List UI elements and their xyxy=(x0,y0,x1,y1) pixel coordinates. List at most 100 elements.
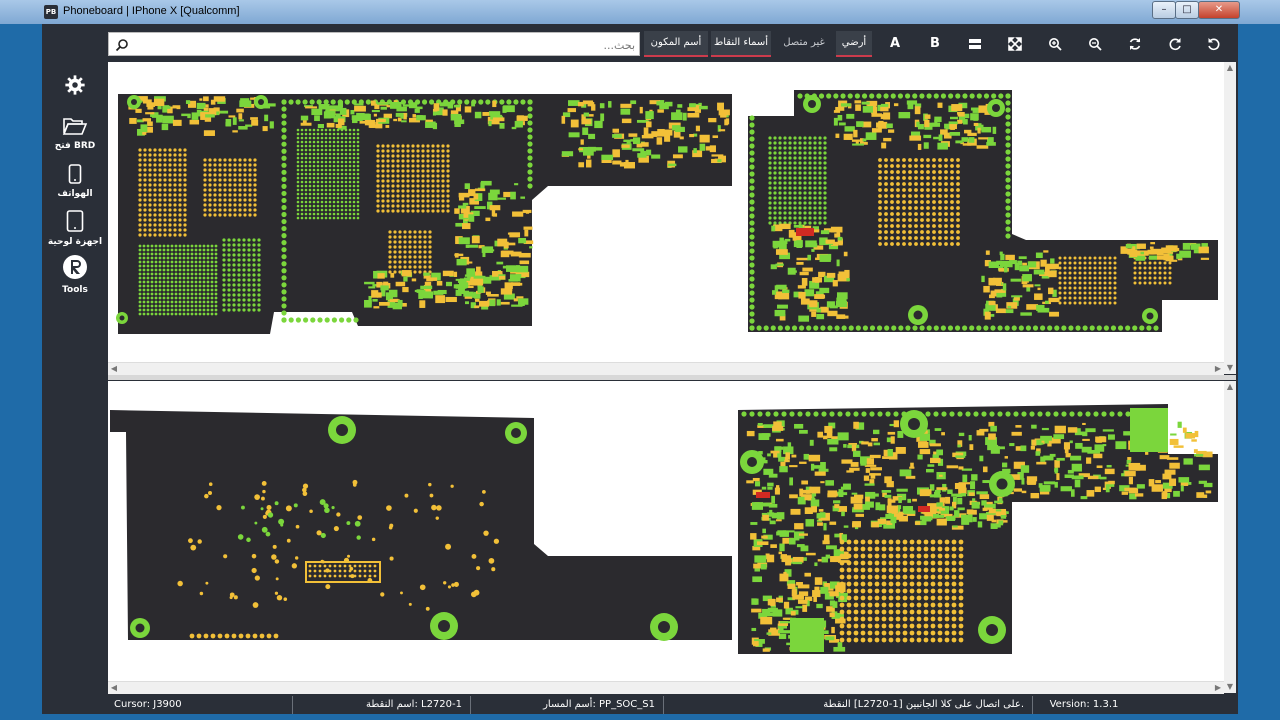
bga-pad xyxy=(408,240,412,244)
bga-pad xyxy=(198,272,202,276)
minimize-button[interactable]: – xyxy=(1152,1,1176,19)
filter-not-connected[interactable]: غير متصل xyxy=(776,31,832,57)
scroll-right-icon[interactable]: ▶ xyxy=(1212,682,1224,694)
scroll-up-icon[interactable]: ▲ xyxy=(1224,62,1236,74)
filter-component-name[interactable]: أسم المكون xyxy=(644,31,708,57)
rotate-ccw-button[interactable] xyxy=(1197,31,1231,57)
bga-pad xyxy=(242,298,246,302)
maximize-button[interactable]: □ xyxy=(1175,1,1199,19)
bga-pad xyxy=(428,230,432,234)
settings-button[interactable] xyxy=(42,74,108,99)
component-pad xyxy=(1011,295,1023,298)
bga-pad xyxy=(247,243,251,247)
bga-pad xyxy=(214,308,218,312)
edge-pad xyxy=(837,411,843,417)
component-pad xyxy=(833,500,841,504)
bga-pad xyxy=(421,204,425,208)
bga-pad xyxy=(168,198,172,202)
sidebar-item-phones[interactable]: الهواتف xyxy=(42,164,108,199)
bga-pad xyxy=(1083,266,1087,270)
bga-pad xyxy=(926,224,930,228)
bga-pad xyxy=(356,140,360,144)
component-pad xyxy=(929,494,942,498)
bga-pad xyxy=(344,184,348,188)
bga-pad xyxy=(902,602,908,608)
board-view-side-a[interactable] xyxy=(108,62,1224,362)
bga-pad xyxy=(238,173,242,177)
bga-pad xyxy=(308,564,312,568)
side-b-button[interactable]: B xyxy=(918,31,952,57)
edge-pad xyxy=(789,411,795,417)
bga-pad xyxy=(228,178,232,182)
edge-pad xyxy=(818,93,825,99)
bga-pad xyxy=(153,173,157,177)
bga-pad xyxy=(1108,266,1112,270)
rotate-cw-button[interactable] xyxy=(1158,31,1192,57)
component-pad xyxy=(468,214,475,222)
bga-pad xyxy=(138,183,142,187)
split-view-button[interactable] xyxy=(958,31,992,57)
bga-pad xyxy=(158,198,162,202)
component-pad xyxy=(368,286,376,289)
bga-pad xyxy=(881,546,887,552)
bga-pad xyxy=(778,176,782,180)
bga-pad xyxy=(896,236,900,240)
bga-pad xyxy=(198,300,202,304)
bga-pad xyxy=(884,206,888,210)
bga-pad xyxy=(930,616,936,622)
scroll-left-icon[interactable]: ◀ xyxy=(108,682,120,694)
bga-pad xyxy=(178,193,182,197)
bga-pad xyxy=(186,272,190,276)
search-input[interactable] xyxy=(133,35,637,55)
search-box[interactable] xyxy=(108,32,640,56)
edge-pad xyxy=(527,155,533,161)
sidebar-item-tools[interactable]: Tools xyxy=(42,254,108,295)
bga-pad xyxy=(183,213,187,217)
bga-pad xyxy=(944,588,950,594)
edge-pad xyxy=(869,93,875,99)
side-a-button[interactable]: A xyxy=(878,31,912,57)
board-view-side-b[interactable] xyxy=(108,381,1224,681)
bga-pad xyxy=(932,200,936,204)
bga-pad xyxy=(203,183,207,187)
horizontal-scrollbar-bottom[interactable]: ◀ ▶ xyxy=(108,681,1224,694)
filter-ground[interactable]: أرضي xyxy=(836,31,872,57)
zoom-in-button[interactable] xyxy=(1038,31,1072,57)
bga-pad xyxy=(174,288,178,292)
bga-pad xyxy=(178,148,182,152)
bga-pad xyxy=(203,178,207,182)
scroll-left-icon[interactable]: ◀ xyxy=(108,363,120,375)
bga-pad xyxy=(153,183,157,187)
status-message: النقطة [L2720-1] على اتصال على كلا الجان… xyxy=(665,696,1033,714)
pcb-canvas-bottom[interactable] xyxy=(108,381,1224,681)
bga-pad xyxy=(930,546,936,552)
open-brd-button[interactable]: فتح BRD xyxy=(42,116,108,151)
bga-pad xyxy=(878,212,882,216)
pcb-canvas-top[interactable] xyxy=(108,62,1224,362)
fit-screen-button[interactable] xyxy=(998,31,1032,57)
horizontal-scrollbar-top[interactable]: ◀ ▶ xyxy=(108,362,1224,375)
bga-pad xyxy=(396,194,400,198)
component-pad xyxy=(1178,477,1190,483)
refresh-button[interactable] xyxy=(1118,31,1152,57)
bga-pad xyxy=(336,172,340,176)
bga-pad xyxy=(153,148,157,152)
test-pad xyxy=(380,592,385,597)
bga-pad xyxy=(150,260,154,264)
bga-pad xyxy=(138,308,142,312)
bga-pad xyxy=(202,288,206,292)
scroll-down-icon[interactable]: ▼ xyxy=(1224,681,1236,693)
bga-pad xyxy=(214,304,218,308)
scroll-down-icon[interactable]: ▼ xyxy=(1224,362,1236,374)
vertical-scrollbar-bottom[interactable]: ▲ ▼ xyxy=(1224,381,1236,693)
scroll-right-icon[interactable]: ▶ xyxy=(1212,363,1224,375)
component-pad xyxy=(1082,432,1088,437)
sidebar-item-tablets[interactable]: اجهزة لوحية xyxy=(42,210,108,247)
close-button[interactable]: ✕ xyxy=(1198,1,1240,19)
pane-splitter[interactable] xyxy=(108,375,1236,380)
vertical-scrollbar-top[interactable]: ▲ ▼ xyxy=(1224,62,1236,374)
component-pad xyxy=(811,243,818,248)
filter-net-names[interactable]: أسماء النقاط xyxy=(711,31,771,57)
scroll-up-icon[interactable]: ▲ xyxy=(1224,381,1236,393)
zoom-out-button[interactable] xyxy=(1078,31,1112,57)
